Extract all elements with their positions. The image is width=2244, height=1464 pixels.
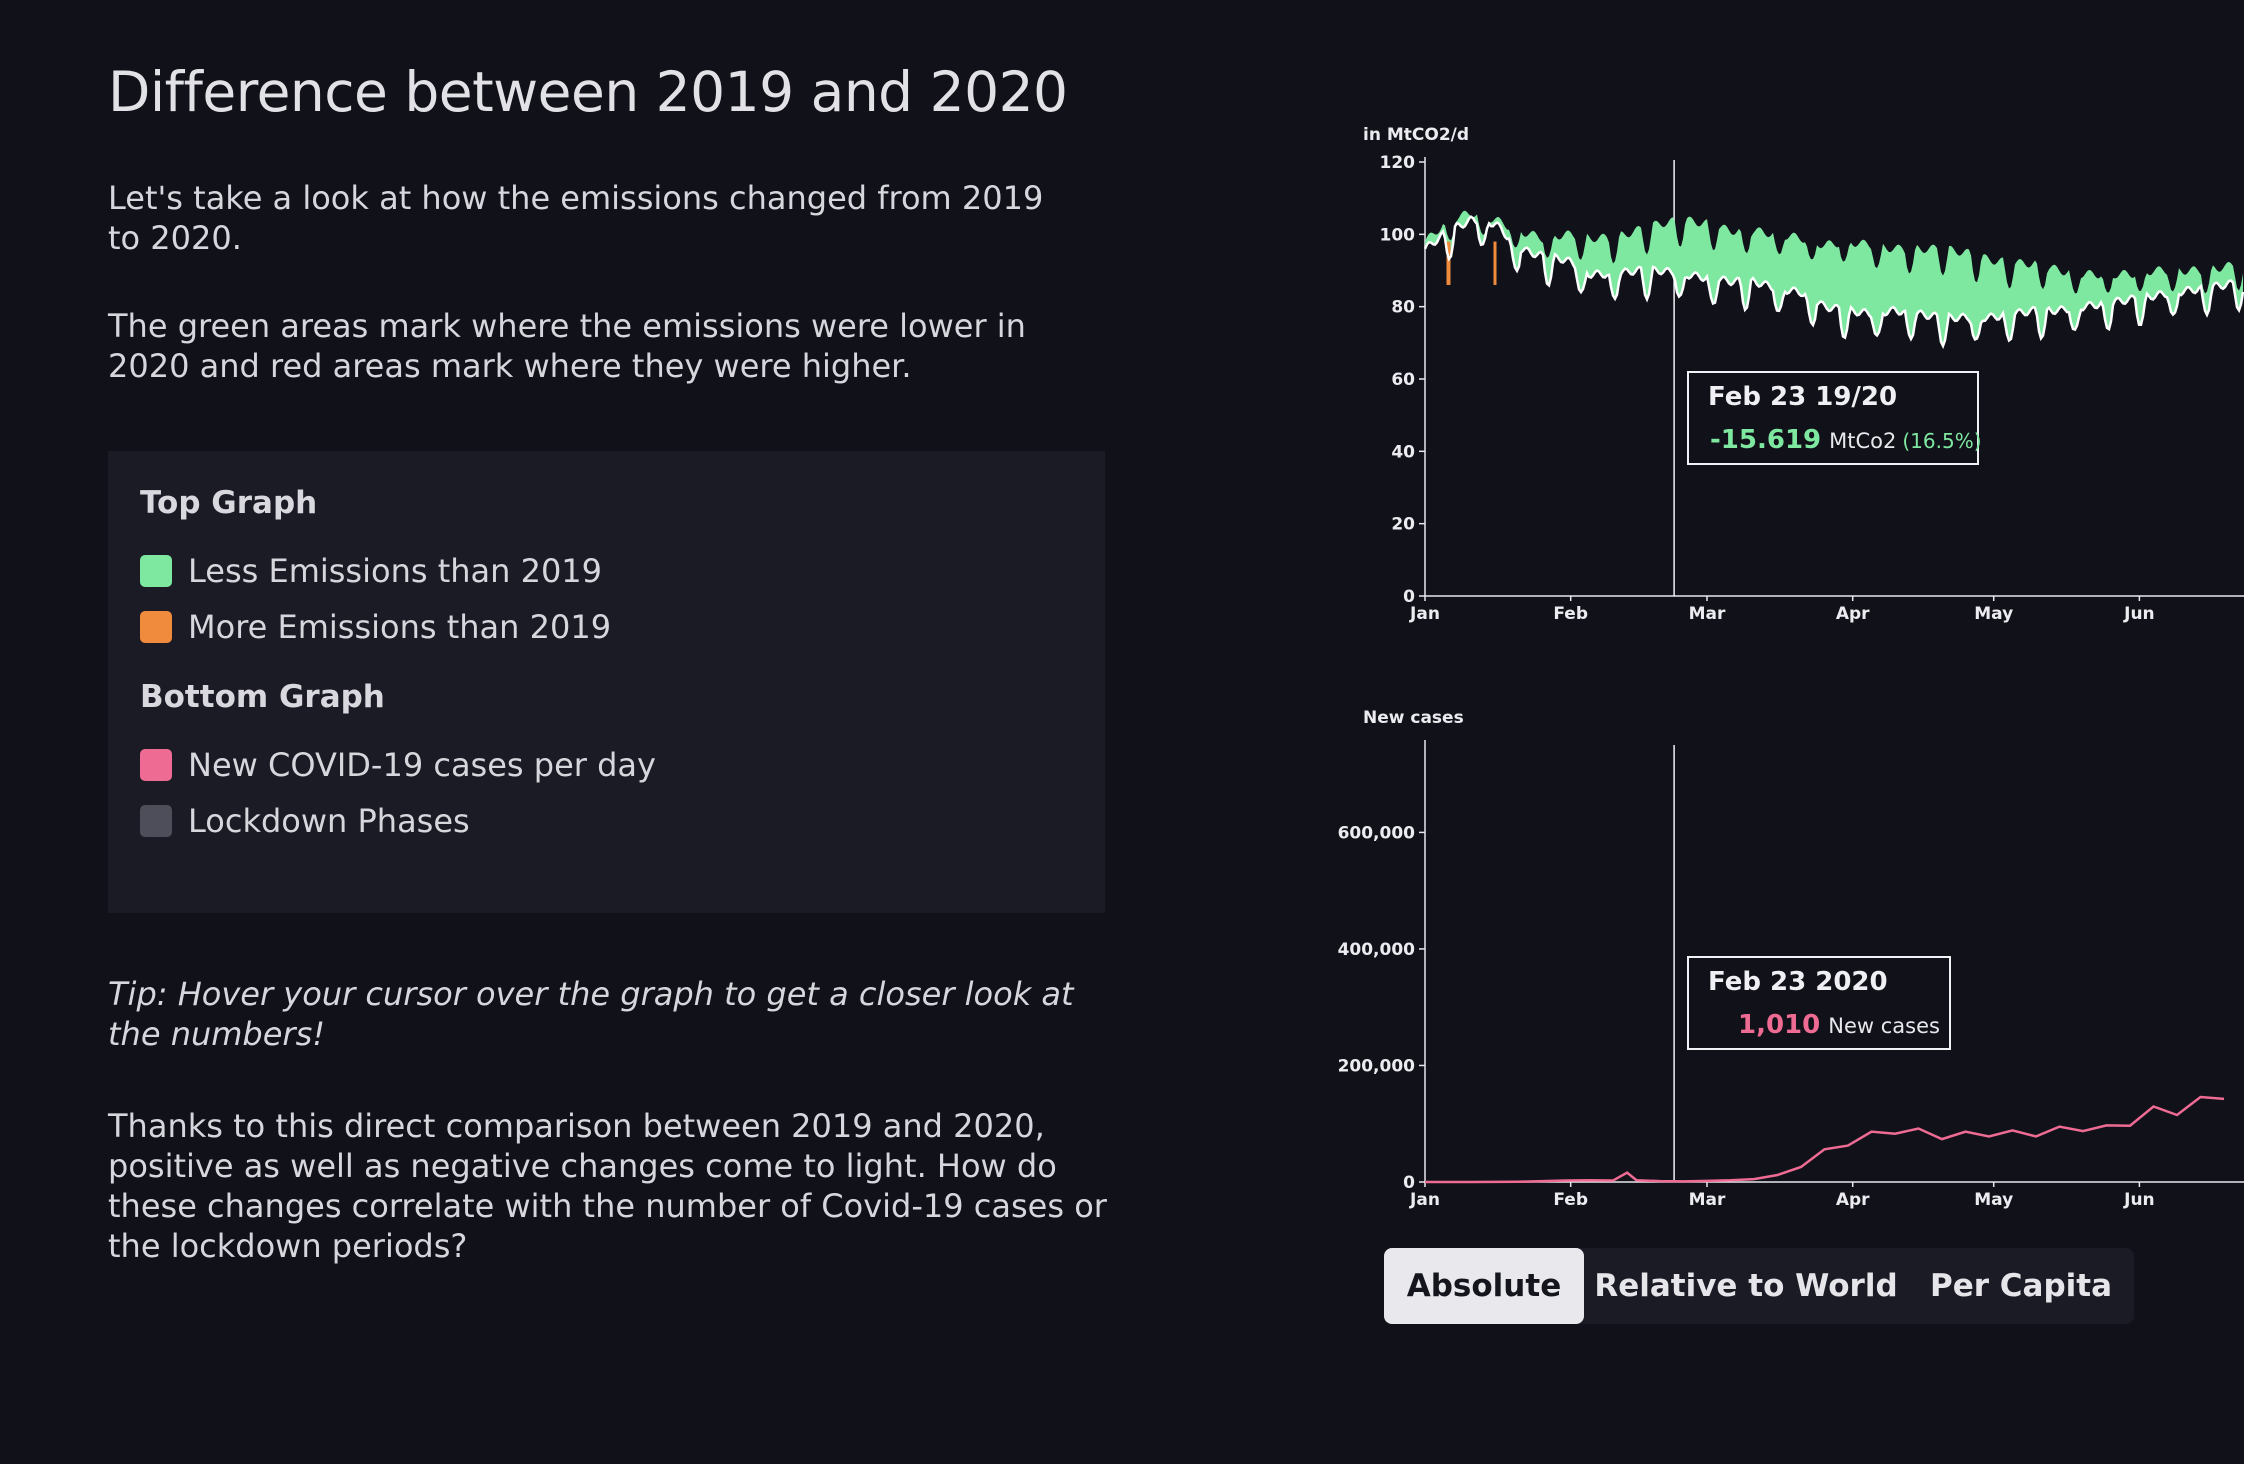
tooltip-unit: New cases [1828, 1014, 1940, 1038]
tooltip-percent: (16.5%) [1902, 429, 1981, 453]
y-tick-label: 60 [1391, 370, 1415, 390]
x-tick-label: Mar [1689, 604, 1726, 624]
x-tick-label: Feb [1553, 1190, 1588, 1210]
y-tick-label: 100 [1380, 225, 1416, 245]
y-tick-label: 120 [1380, 153, 1416, 173]
cases-tooltip: Feb 23 2020 1,010 New cases [1687, 956, 1951, 1050]
x-tick-label: Feb [1553, 604, 1588, 624]
x-tick-label: Jun [2123, 1190, 2155, 1210]
x-tick-label: Apr [1836, 1190, 1870, 1210]
tooltip-date: Feb 23 19/20 [1708, 382, 1897, 412]
emissions-difference-chart[interactable]: 020406080100120Jan Feb Mar Apr May Junin MtCO… [1363, 125, 2244, 624]
x-tick-label: Jan [1409, 604, 1440, 624]
y-tick-label: 400,000 [1338, 940, 1416, 960]
new-cases-line [1425, 1095, 2225, 1184]
relative-to-world-button[interactable]: Relative to World [1584, 1248, 1908, 1324]
more-emissions-area [1493, 241, 1497, 285]
tooltip-value-line: 1,010 New cases [1738, 1010, 1940, 1040]
absolute-button[interactable]: Absolute [1384, 1248, 1584, 1324]
x-tick-label: Apr [1836, 604, 1870, 624]
x-tick-label: Jan [1409, 1190, 1440, 1210]
y-tick-label: 600,000 [1338, 823, 1416, 843]
y-tick-label: 40 [1391, 442, 1415, 462]
tooltip-value-line: -15.619 MtCo2 (16.5%) [1710, 425, 1982, 455]
tooltip-date: Feb 23 2020 [1708, 967, 1888, 997]
covid-cases-chart[interactable]: 0200,000400,000600,000Jan Feb Mar Apr May Jun… [1338, 708, 2244, 1210]
x-tick-label: Mar [1689, 1190, 1726, 1210]
less-emissions-area [1425, 210, 2243, 346]
tooltip-value: -15.619 [1710, 425, 1821, 455]
charts-canvas[interactable]: 020406080100120Jan Feb Mar Apr May Junin MtCO… [0, 0, 2244, 1464]
per-capita-button[interactable]: Per Capita [1908, 1248, 2134, 1324]
y-tick-label: 200,000 [1338, 1056, 1416, 1076]
tooltip-unit: MtCo2 [1829, 429, 1896, 453]
emissions-tooltip: Feb 23 19/20 -15.619 MtCo2 (16.5%) [1687, 371, 1982, 465]
x-tick-label: May [1974, 1190, 2013, 1210]
x-tick-label: May [1974, 604, 2013, 624]
tooltip-value: 1,010 [1738, 1010, 1820, 1040]
y-axis-label: in MtCO2/d [1363, 125, 1469, 145]
y-tick-label: 80 [1391, 298, 1415, 318]
x-tick-label: Jun [2123, 604, 2155, 624]
metric-toggle: Absolute Relative to World Per Capita [1384, 1248, 2134, 1324]
y-tick-label: 20 [1391, 515, 1415, 535]
y-axis-label: New cases [1363, 708, 1464, 728]
